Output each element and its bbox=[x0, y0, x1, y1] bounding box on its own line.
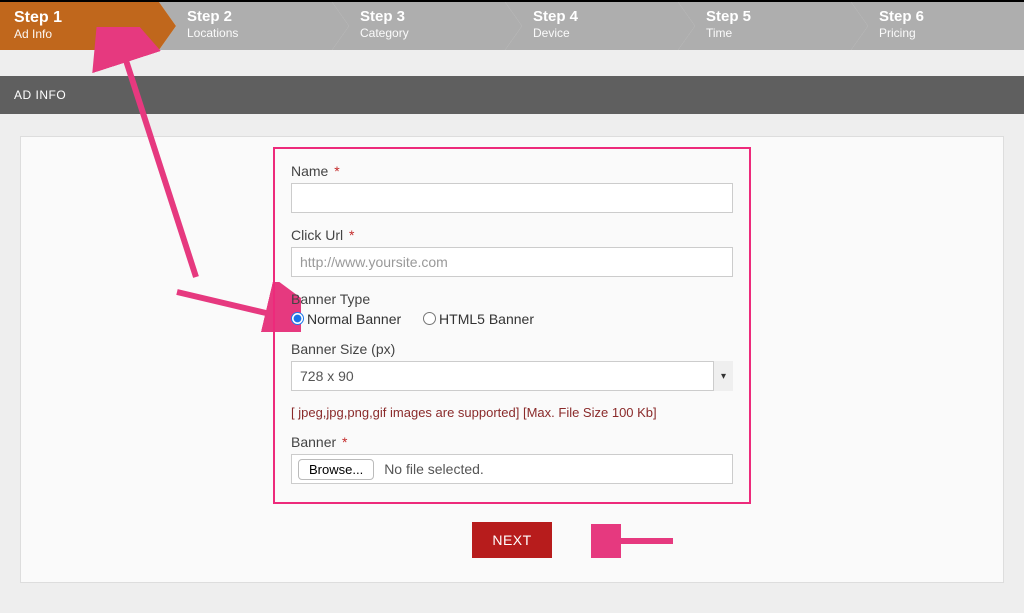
step-subtitle: Pricing bbox=[879, 26, 1016, 40]
radio-input[interactable] bbox=[291, 312, 304, 325]
clickurl-input[interactable] bbox=[291, 247, 733, 277]
file-status: No file selected. bbox=[384, 461, 484, 477]
annotation-arrow-icon bbox=[591, 524, 681, 558]
bannertype-label: Banner Type bbox=[291, 291, 733, 307]
step-title: Step 3 bbox=[360, 8, 497, 26]
label-text: Click Url bbox=[291, 227, 343, 243]
bannersize-select[interactable] bbox=[291, 361, 733, 391]
ad-info-form: Name * Click Url * Banner Type bbox=[273, 147, 751, 504]
bannersize-label: Banner Size (px) bbox=[291, 341, 733, 357]
step-subtitle: Time bbox=[706, 26, 843, 40]
required-indicator: * bbox=[342, 434, 347, 450]
step-title: Step 2 bbox=[187, 8, 324, 26]
section-heading: AD INFO bbox=[0, 76, 1024, 114]
file-hint: [ jpeg,jpg,png,gif images are supported]… bbox=[291, 405, 733, 420]
name-label: Name * bbox=[291, 163, 733, 179]
radio-label-text: Normal Banner bbox=[307, 311, 401, 327]
step-6[interactable]: Step 6 Pricing bbox=[851, 2, 1024, 50]
wizard-steps: Step 1 Ad Info Step 2 Locations Step 3 C… bbox=[0, 2, 1024, 50]
step-title: Step 5 bbox=[706, 8, 843, 26]
next-button[interactable]: NEXT bbox=[472, 522, 551, 558]
step-subtitle: Category bbox=[360, 26, 497, 40]
step-title: Step 6 bbox=[879, 8, 1016, 26]
required-indicator: * bbox=[349, 227, 354, 243]
browse-button[interactable]: Browse... bbox=[298, 459, 374, 480]
clickurl-label: Click Url * bbox=[291, 227, 733, 243]
step-1[interactable]: Step 1 Ad Info bbox=[0, 2, 159, 50]
radio-normal-banner[interactable]: Normal Banner bbox=[291, 311, 405, 327]
step-title: Step 1 bbox=[14, 8, 151, 27]
step-2[interactable]: Step 2 Locations bbox=[159, 2, 332, 50]
banner-label: Banner * bbox=[291, 434, 733, 450]
step-title: Step 4 bbox=[533, 8, 670, 26]
step-subtitle: Device bbox=[533, 26, 670, 40]
form-panel: Name * Click Url * Banner Type bbox=[20, 136, 1004, 583]
required-indicator: * bbox=[334, 163, 339, 179]
step-3[interactable]: Step 3 Category bbox=[332, 2, 505, 50]
radio-html5-banner[interactable]: HTML5 Banner bbox=[423, 311, 534, 327]
label-text: Banner bbox=[291, 434, 336, 450]
radio-input[interactable] bbox=[423, 312, 436, 325]
label-text: Name bbox=[291, 163, 328, 179]
step-subtitle: Locations bbox=[187, 26, 324, 40]
annotation-arrow-icon bbox=[81, 27, 261, 287]
name-input[interactable] bbox=[291, 183, 733, 213]
step-4[interactable]: Step 4 Device bbox=[505, 2, 678, 50]
step-5[interactable]: Step 5 Time bbox=[678, 2, 851, 50]
radio-label-text: HTML5 Banner bbox=[439, 311, 534, 327]
step-subtitle: Ad Info bbox=[14, 27, 151, 41]
